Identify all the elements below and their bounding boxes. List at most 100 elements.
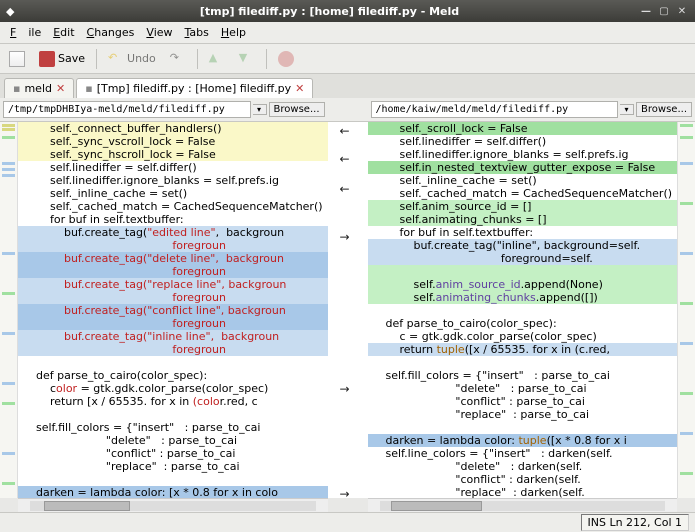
save-button[interactable]: Save — [34, 48, 90, 70]
overview-mark[interactable] — [2, 382, 15, 385]
tab-meld[interactable]: ▪ meld ✕ — [4, 78, 74, 98]
code-line[interactable]: self._inline_cache = set() — [368, 174, 678, 187]
redo-button[interactable]: ↷ — [165, 48, 191, 70]
left-overview-gutter[interactable] — [0, 122, 18, 498]
up-button[interactable]: ▲ — [204, 48, 230, 70]
code-line[interactable]: darken = lambda color: tuple([x * 0.8 fo… — [368, 434, 678, 447]
menu-help[interactable]: Help — [215, 24, 252, 41]
close-button[interactable]: ✕ — [675, 4, 689, 18]
code-line[interactable]: self._sync_hscroll_lock = False — [18, 148, 328, 161]
overview-mark[interactable] — [680, 202, 693, 205]
code-line[interactable]: color = gtk.gdk.color_parse(color_spec) — [18, 382, 328, 395]
code-line[interactable]: self._connect_buffer_handlers() — [18, 122, 328, 135]
code-line[interactable]: foregroun — [18, 239, 328, 252]
overview-mark[interactable] — [2, 292, 15, 295]
down-button[interactable]: ▼ — [234, 48, 260, 70]
code-line[interactable]: for buf in self.textbuffer: — [368, 226, 678, 239]
code-line[interactable]: self.fill_colors = {"insert" : parse_to_… — [18, 421, 328, 434]
merge-arrow-icon[interactable]: → — [340, 382, 350, 396]
menu-file[interactable]: File — [4, 24, 47, 41]
overview-mark[interactable] — [2, 168, 15, 171]
menu-changes[interactable]: Changes — [81, 24, 141, 41]
menu-view[interactable]: View — [140, 24, 178, 41]
code-line[interactable]: self._cached_match = CachedSequenceMatch… — [368, 187, 678, 200]
code-line[interactable]: buf.create_tag("delete line", backgroun — [18, 252, 328, 265]
overview-mark[interactable] — [680, 252, 693, 255]
code-line[interactable]: "delete" : parse_to_cai — [18, 434, 328, 447]
path-dropdown-button[interactable]: ▾ — [620, 104, 634, 115]
code-line[interactable]: buf.create_tag("replace line", backgroun — [18, 278, 328, 291]
code-line[interactable]: foreground=self. — [368, 252, 678, 265]
code-line[interactable]: self.linediffer.ignore_blanks = self.pre… — [368, 148, 678, 161]
code-line[interactable]: self.linediffer = self.differ() — [18, 161, 328, 174]
overview-mark[interactable] — [2, 128, 15, 131]
tab-close-icon[interactable]: ✕ — [56, 82, 65, 95]
tab-filediff[interactable]: ▪ [Tmp] filediff.py : [Home] filediff.py… — [76, 78, 313, 98]
code-line[interactable]: foregroun — [18, 291, 328, 304]
code-line[interactable] — [18, 408, 328, 421]
code-line[interactable]: self.anim_source_id = [] — [368, 200, 678, 213]
code-line[interactable]: "delete" : darken(self. — [368, 460, 678, 473]
left-path-input[interactable] — [3, 101, 251, 118]
overview-mark[interactable] — [2, 124, 15, 127]
code-line[interactable] — [368, 421, 678, 434]
overview-mark[interactable] — [2, 482, 15, 485]
code-line[interactable] — [368, 356, 678, 369]
code-line[interactable]: "delete" : parse_to_cai — [368, 382, 678, 395]
merge-arrow-icon[interactable]: ← — [340, 152, 350, 166]
code-line[interactable]: "replace" : parse_to_cai — [368, 408, 678, 421]
code-line[interactable]: foregroun — [18, 317, 328, 330]
right-hscrollbar[interactable] — [368, 498, 678, 512]
undo-button[interactable]: ↶ Undo — [103, 48, 161, 70]
code-line[interactable]: self.fill_colors = {"insert" : parse_to_… — [368, 369, 678, 382]
maximize-button[interactable]: ▢ — [657, 4, 671, 18]
code-line[interactable] — [368, 265, 678, 278]
code-line[interactable]: buf.create_tag("inline line", backgroun — [18, 330, 328, 343]
merge-arrow-icon[interactable]: → — [340, 230, 350, 244]
path-dropdown-button[interactable]: ▾ — [253, 104, 267, 115]
code-line[interactable]: self.linediffer.ignore_blanks = self.pre… — [18, 174, 328, 187]
code-line[interactable]: buf.create_tag("edited line", backgroun — [18, 226, 328, 239]
left-hscrollbar[interactable] — [18, 498, 328, 512]
overview-mark[interactable] — [680, 162, 693, 165]
code-line[interactable]: self.line_colors = {"insert" : darken(se… — [368, 447, 678, 460]
code-line[interactable]: "conflict" : parse_to_cai — [368, 395, 678, 408]
code-line[interactable] — [368, 304, 678, 317]
tab-close-icon[interactable]: ✕ — [295, 82, 304, 95]
code-line[interactable]: self.animating_chunks = [] — [368, 213, 678, 226]
overview-mark[interactable] — [680, 124, 693, 127]
code-line[interactable]: return tuple([x / 65535. for x in (c.red… — [368, 343, 678, 356]
code-line[interactable]: "conflict" : darken(self. — [368, 473, 678, 486]
code-line[interactable]: self._cached_match = CachedSequenceMatch… — [18, 200, 328, 213]
menu-edit[interactable]: Edit — [47, 24, 80, 41]
overview-mark[interactable] — [680, 472, 693, 475]
code-line[interactable]: self._inline_cache = set() — [18, 187, 328, 200]
code-line[interactable]: return [x / 65535. for x in (color.red, … — [18, 395, 328, 408]
code-line[interactable]: def parse_to_cairo(color_spec): — [18, 369, 328, 382]
code-line[interactable]: self.linediffer = self.differ() — [368, 135, 678, 148]
right-code-pane[interactable]: self._scroll_lock = False self.linediffe… — [368, 122, 678, 498]
stop-button[interactable] — [273, 48, 299, 70]
right-browse-button[interactable]: Browse... — [636, 102, 692, 117]
code-line[interactable]: self._sync_vscroll_lock = False — [18, 135, 328, 148]
right-overview-gutter[interactable] — [677, 122, 695, 498]
code-line[interactable] — [18, 473, 328, 486]
overview-mark[interactable] — [2, 452, 15, 455]
left-browse-button[interactable]: Browse... — [269, 102, 325, 117]
code-line[interactable]: "conflict" : parse_to_cai — [18, 447, 328, 460]
overview-mark[interactable] — [680, 392, 693, 395]
code-line[interactable]: for buf in self.textbuffer: — [18, 213, 328, 226]
overview-mark[interactable] — [2, 332, 15, 335]
code-line[interactable]: self.in_nested_textview_gutter_expose = … — [368, 161, 678, 174]
overview-mark[interactable] — [2, 402, 15, 405]
code-line[interactable] — [18, 356, 328, 369]
overview-mark[interactable] — [680, 432, 693, 435]
code-line[interactable]: foregroun — [18, 343, 328, 356]
merge-arrow-icon[interactable]: ← — [340, 124, 350, 138]
code-line[interactable]: self.anim_source_id.append(None) — [368, 278, 678, 291]
code-line[interactable]: self.animating_chunks.append([]) — [368, 291, 678, 304]
new-button[interactable] — [4, 48, 30, 70]
code-line[interactable]: def parse_to_cairo(color_spec): — [368, 317, 678, 330]
code-line[interactable]: buf.create_tag("conflict line", backgrou… — [18, 304, 328, 317]
code-line[interactable]: "replace" : parse_to_cai — [18, 460, 328, 473]
